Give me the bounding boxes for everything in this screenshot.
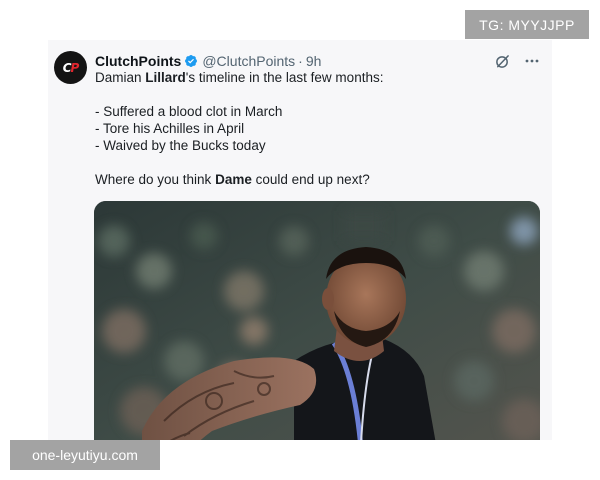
tweet-bullet-2: - Tore his Achilles in April: [95, 121, 245, 136]
header-actions: [495, 52, 540, 70]
tweet-header: ClutchPoints @ClutchPoints · 9h: [95, 52, 321, 70]
more-options-icon[interactable]: [524, 53, 540, 69]
watermark-bottom: one-leyutiyu.com: [10, 440, 160, 470]
separator: ·: [298, 53, 303, 69]
screenshot-page: CP ClutchPoints @ClutchPoints · 9h Damia…: [0, 0, 600, 480]
verified-badge-icon: [184, 54, 198, 68]
watermark-top: TG: MYYJJPP: [465, 10, 589, 39]
display-name[interactable]: ClutchPoints: [95, 53, 181, 69]
tweet-text: Damian Lillard's timeline in the last fe…: [95, 69, 535, 188]
tweet-bullet-3: - Waived by the Bucks today: [95, 138, 266, 153]
clutchpoints-logo: CP: [62, 60, 80, 75]
tweet-question: Where do you think Dame could end up nex…: [95, 172, 370, 187]
avatar[interactable]: CP: [54, 51, 87, 84]
handle[interactable]: @ClutchPoints: [202, 53, 295, 69]
bold-name: Lillard: [145, 70, 186, 85]
tweet-card[interactable]: CP ClutchPoints @ClutchPoints · 9h Damia…: [48, 40, 552, 440]
bold-nickname: Dame: [215, 172, 252, 187]
tweet-bullet-1: - Suffered a blood clot in March: [95, 104, 283, 119]
tweet-media-photo[interactable]: [94, 201, 540, 440]
tweet-line-intro: Damian Lillard's timeline in the last fe…: [95, 70, 384, 85]
player-photo: [94, 201, 540, 440]
timestamp[interactable]: 9h: [306, 53, 322, 69]
grok-icon[interactable]: [495, 54, 510, 69]
